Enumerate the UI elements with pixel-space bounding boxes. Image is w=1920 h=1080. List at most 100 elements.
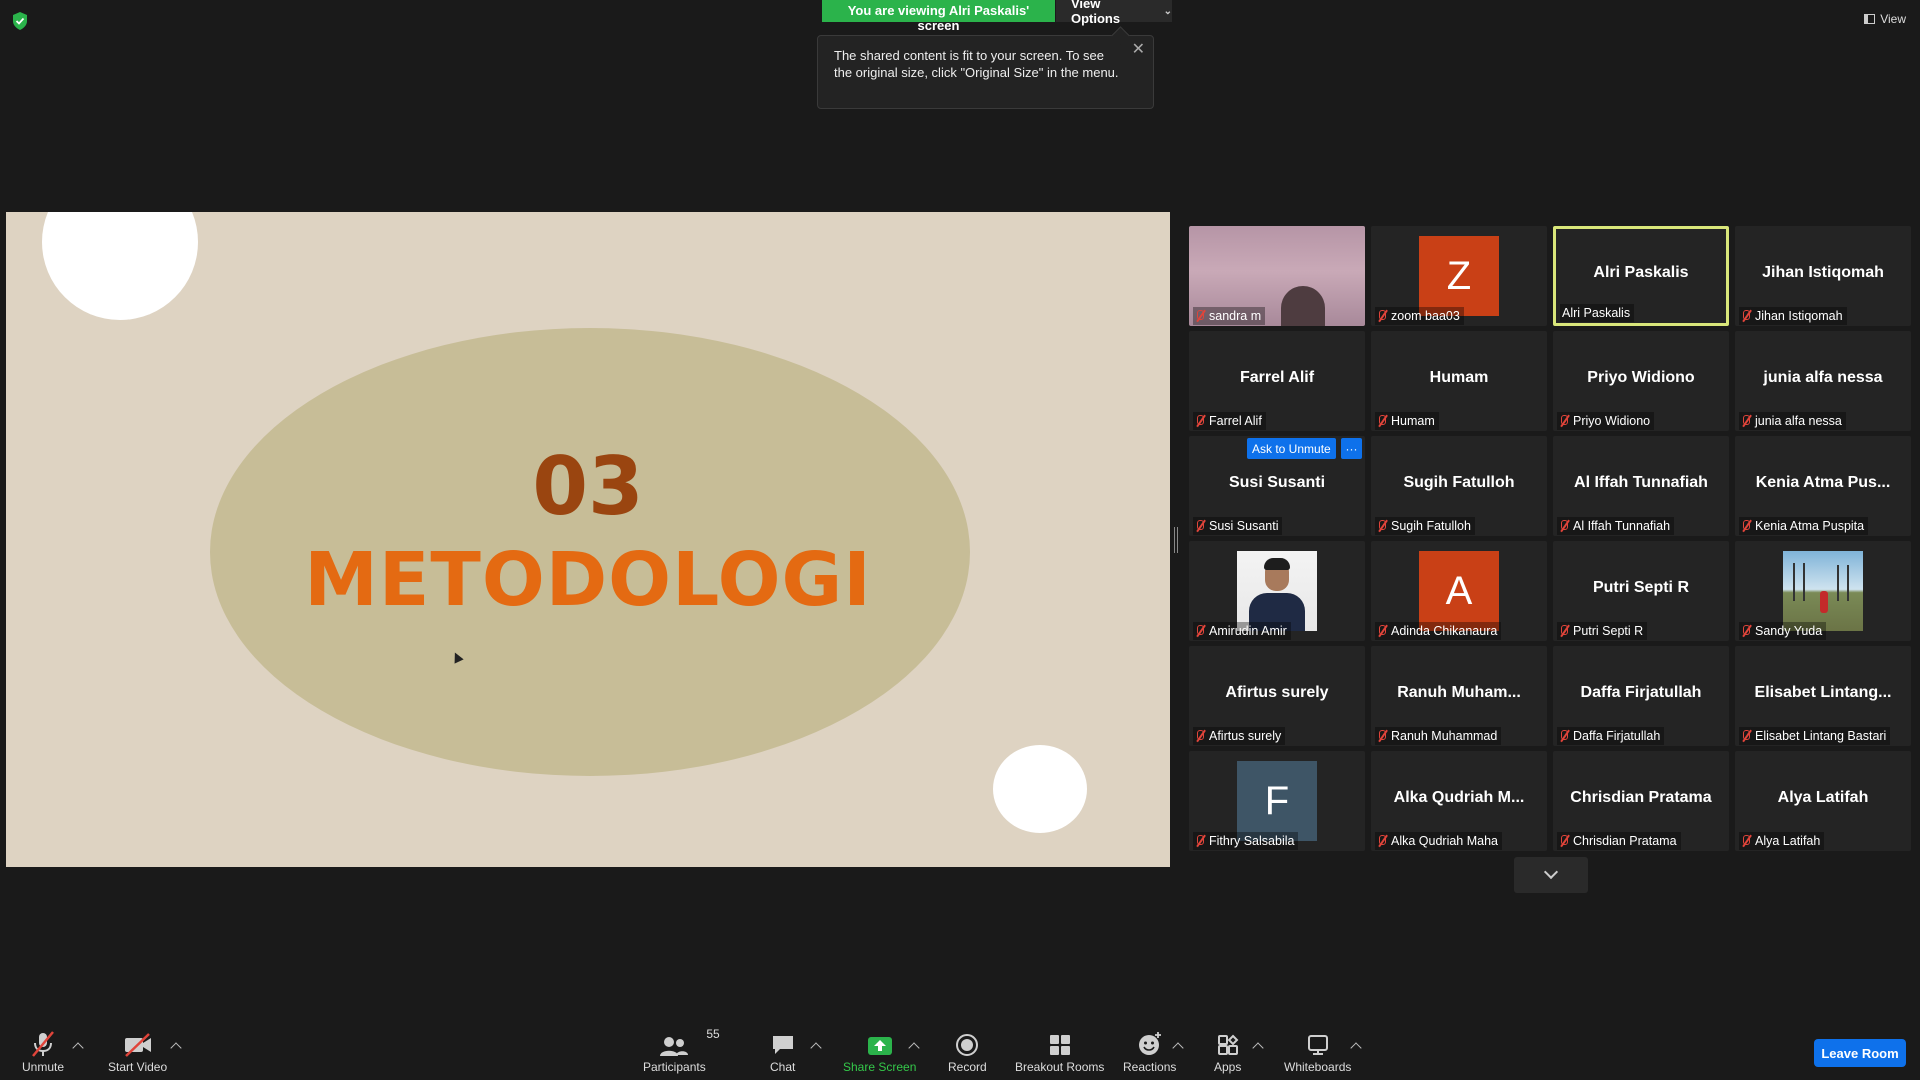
whiteboards-button[interactable]: Whiteboards <box>1284 1029 1351 1074</box>
participant-display-name: Putri Septi R <box>1592 579 1689 596</box>
leave-room-button[interactable]: Leave Room <box>1814 1039 1906 1067</box>
participant-tile[interactable]: Z zoom baa03 <box>1371 226 1547 326</box>
participant-tile[interactable]: sandra m <box>1189 226 1365 326</box>
start-video-button[interactable]: Start Video <box>108 1029 167 1074</box>
apps-button[interactable]: Apps <box>1214 1029 1241 1074</box>
share-screen-icon <box>867 1029 893 1057</box>
view-options-button[interactable]: View Options ⌄ <box>1055 0 1172 26</box>
record-button[interactable]: Record <box>948 1029 987 1074</box>
avatar: F <box>1237 761 1317 841</box>
participant-tile[interactable]: Kenia Atma Pus... Kenia Atma Puspita <box>1735 436 1911 536</box>
participant-tile[interactable]: Afirtus surely Afirtus surely <box>1189 646 1365 746</box>
record-label: Record <box>948 1060 987 1074</box>
chat-label: Chat <box>770 1060 796 1074</box>
muted-mic-icon <box>1193 624 1206 638</box>
participant-name-tag: sandra m <box>1193 307 1266 325</box>
participant-tile[interactable]: Ranuh Muham... Ranuh Muhammad <box>1371 646 1547 746</box>
muted-mic-icon <box>1557 834 1570 848</box>
ask-to-unmute-button[interactable]: Ask to Unmute <box>1247 438 1336 459</box>
participants-icon: 55 <box>659 1027 720 1057</box>
participant-display-name: Daffa Firjatullah <box>1580 684 1702 701</box>
more-options-button[interactable]: ··· <box>1341 438 1362 459</box>
participant-tile[interactable]: Sandy Yuda <box>1735 541 1911 641</box>
slide-decor-circle <box>993 745 1087 833</box>
screen-share-banner: You are viewing Alri Paskalis' screen Vi… <box>822 0 1172 33</box>
participant-tile[interactable]: Farrel Alif Farrel Alif <box>1189 331 1365 431</box>
participant-display-name: Jihan Istiqomah <box>1762 264 1884 281</box>
chat-button[interactable]: Chat <box>770 1029 795 1074</box>
participant-name-tag: Alka Qudriah Maha <box>1375 832 1503 850</box>
participant-tile[interactable]: Alka Qudriah M... Alka Qudriah Maha <box>1371 751 1547 851</box>
chevron-down-icon <box>1543 864 1559 880</box>
participant-display-name: Priyo Widiono <box>1587 369 1695 386</box>
participant-tile[interactable]: Chrisdian Pratama Chrisdian Pratama <box>1553 751 1729 851</box>
audio-options-caret-icon[interactable] <box>72 1042 84 1054</box>
slide-section-number: 03 <box>532 440 644 533</box>
participant-name-tag: Humam <box>1375 412 1439 430</box>
muted-mic-icon <box>1375 414 1388 428</box>
participant-name-tag: Kenia Atma Puspita <box>1739 517 1869 535</box>
whiteboards-label: Whiteboards <box>1284 1060 1352 1074</box>
participant-tile[interactable]: Priyo Widiono Priyo Widiono <box>1553 331 1729 431</box>
muted-mic-icon <box>1193 729 1206 743</box>
participant-tile[interactable]: A Adinda Chikanaura <box>1371 541 1547 641</box>
muted-mic-icon <box>1193 519 1206 533</box>
participants-button[interactable]: 55 Participants <box>643 1027 720 1074</box>
shared-screen-content: 03 METODOLOGI <box>6 212 1170 867</box>
participant-name-tag: Ranuh Muhammad <box>1375 727 1502 745</box>
participant-display-name: Humam <box>1429 369 1489 386</box>
participant-name-tag: Al Iffah Tunnafiah <box>1557 517 1675 535</box>
breakout-rooms-label: Breakout Rooms <box>1015 1060 1105 1074</box>
participant-tile[interactable]: Humam Humam <box>1371 331 1547 431</box>
participant-tile[interactable]: Daffa Firjatullah Daffa Firjatullah <box>1553 646 1729 746</box>
participant-tile[interactable]: Sugih Fatulloh Sugih Fatulloh <box>1371 436 1547 536</box>
reactions-button[interactable]: Reactions <box>1123 1029 1176 1074</box>
unmute-button[interactable]: Unmute <box>22 1029 64 1074</box>
participant-display-name: Alya Latifah <box>1777 789 1869 806</box>
participant-name-tag: Alya Latifah <box>1739 832 1825 850</box>
apps-icon <box>1216 1029 1240 1057</box>
participant-tile[interactable]: Amirudin Amir <box>1189 541 1365 641</box>
participant-name-tag: Jihan Istiqomah <box>1739 307 1847 325</box>
share-screen-button[interactable]: Share Screen <box>843 1029 916 1074</box>
view-options-label: View Options <box>1071 0 1121 26</box>
participant-name-tag: Susi Susanti <box>1193 517 1283 535</box>
participant-tile[interactable]: Elisabet Lintang... Elisabet Lintang Bas… <box>1735 646 1911 746</box>
participant-name-tag: junia alfa nessa <box>1739 412 1846 430</box>
participant-tile[interactable]: Ask to Unmute ··· Susi Susanti Susi Susa… <box>1189 436 1365 536</box>
muted-mic-icon <box>1557 729 1570 743</box>
chat-bubble-icon <box>771 1029 795 1057</box>
view-layout-button[interactable]: View <box>1864 12 1906 26</box>
reactions-label: Reactions <box>1123 1060 1177 1074</box>
participant-display-name: Alka Qudriah M... <box>1393 789 1525 806</box>
zoom-meeting-window: You are viewing Alri Paskalis' screen Vi… <box>0 0 1920 1080</box>
participant-tile[interactable]: Alya Latifah Alya Latifah <box>1735 751 1911 851</box>
muted-mic-icon <box>1739 414 1752 428</box>
participant-tile[interactable]: junia alfa nessa junia alfa nessa <box>1735 331 1911 431</box>
security-shield-icon[interactable] <box>12 12 28 30</box>
participant-display-name: Al Iffah Tunnafiah <box>1574 474 1708 491</box>
participant-display-name: Kenia Atma Pus... <box>1755 474 1891 491</box>
participant-name-tag: Farrel Alif <box>1193 412 1266 430</box>
participant-profile-photo <box>1783 551 1863 631</box>
breakout-rooms-button[interactable]: Breakout Rooms <box>1015 1029 1104 1074</box>
participant-tile-active-speaker[interactable]: Alri Paskalis Alri Paskalis <box>1553 226 1729 326</box>
whiteboards-options-caret-icon[interactable] <box>1350 1042 1362 1054</box>
resize-handle[interactable] <box>1174 527 1178 553</box>
close-icon[interactable]: ✕ <box>1132 41 1145 58</box>
participant-name-tag: Adinda Chikanaura <box>1375 622 1502 640</box>
gallery-next-page-button[interactable] <box>1514 857 1588 893</box>
muted-mic-icon <box>1557 414 1570 428</box>
participant-tile[interactable]: Al Iffah Tunnafiah Al Iffah Tunnafiah <box>1553 436 1729 536</box>
muted-mic-icon <box>1739 309 1752 323</box>
record-icon <box>955 1029 979 1057</box>
apps-options-caret-icon[interactable] <box>1252 1042 1264 1054</box>
grid-view-icon <box>1864 14 1876 24</box>
participant-tile[interactable]: Jihan Istiqomah Jihan Istiqomah <box>1735 226 1911 326</box>
muted-mic-icon <box>1739 729 1752 743</box>
chat-options-caret-icon[interactable] <box>810 1042 822 1054</box>
video-options-caret-icon[interactable] <box>170 1042 182 1054</box>
participant-tile[interactable]: F Fithry Salsabila <box>1189 751 1365 851</box>
participant-tile[interactable]: Putri Septi R Putri Septi R <box>1553 541 1729 641</box>
muted-mic-icon <box>1193 834 1206 848</box>
